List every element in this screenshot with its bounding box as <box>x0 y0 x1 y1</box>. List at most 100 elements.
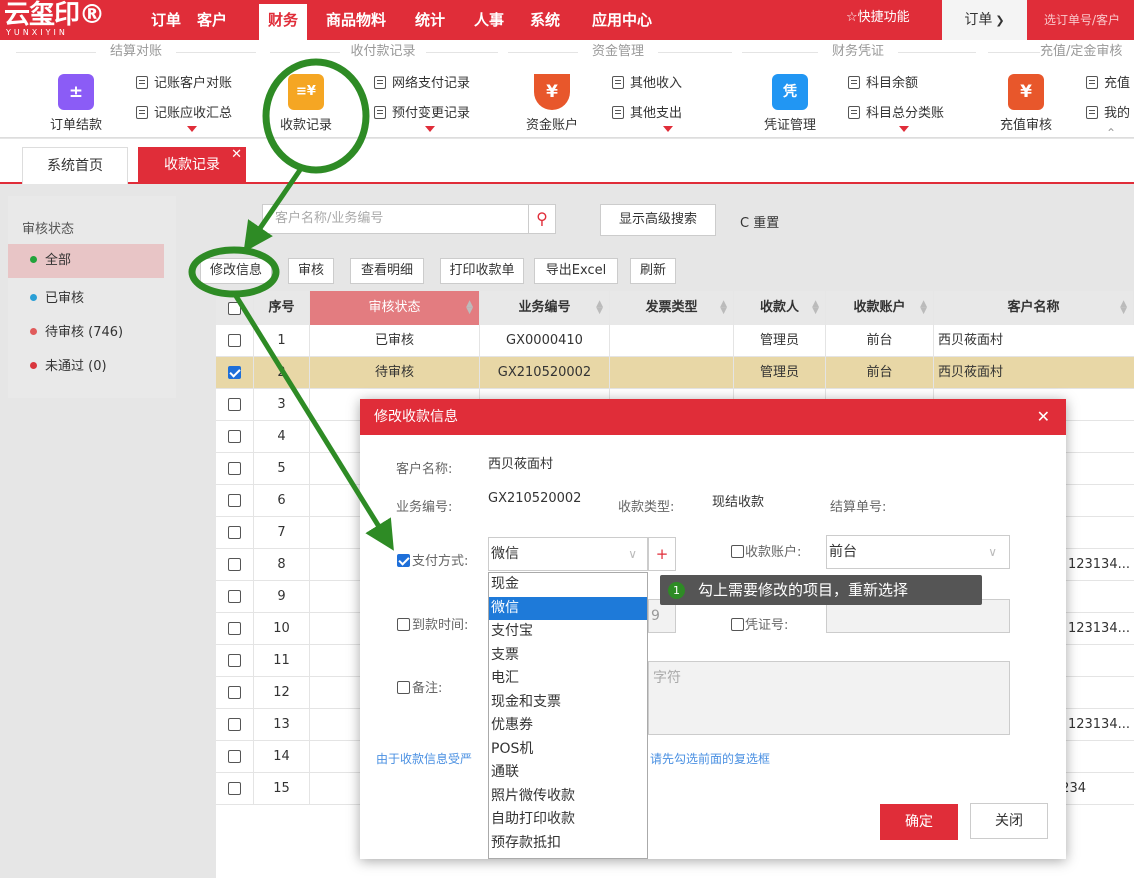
expand-arrow-icon[interactable] <box>187 126 197 132</box>
pay-method-checkbox[interactable] <box>397 554 410 567</box>
pay-method-option[interactable]: 通联 <box>489 761 647 785</box>
recharge-audit-button[interactable]: ¥ 充值审核 <box>996 74 1056 133</box>
order-type-dropdown[interactable]: 订单 ❯ <box>942 0 1027 40</box>
tab-home[interactable]: 系统首页 <box>22 147 128 184</box>
filter-all[interactable]: 全部 <box>8 244 164 278</box>
nav-item-finance[interactable]: 财务 <box>259 4 307 40</box>
voucher-mgmt-button[interactable]: 凭 凭证管理 <box>760 74 820 133</box>
select-all-checkbox[interactable] <box>228 302 241 315</box>
remark-checkbox[interactable] <box>397 681 410 694</box>
row-checkbox[interactable] <box>228 526 241 539</box>
pay-method-option[interactable]: POS机 <box>489 738 647 762</box>
row-checkbox[interactable] <box>228 686 241 699</box>
table-row[interactable]: 1 已审核 GX0000410 管理员 前台 西贝莜面村 <box>216 325 1134 357</box>
row-checkbox[interactable] <box>228 654 241 667</box>
online-pay-record-link[interactable]: 网络支付记录 <box>374 74 470 94</box>
col-header-customer[interactable]: 客户名称 ▲ ▼ <box>934 291 1134 325</box>
prepay-change-record-link[interactable]: 预付变更记录 <box>374 104 470 124</box>
row-checkbox[interactable] <box>228 782 241 795</box>
reset-button[interactable]: C 重置 <box>740 212 779 231</box>
close-tab-icon[interactable]: ✕ <box>231 137 242 173</box>
row-checkbox[interactable] <box>228 398 241 411</box>
nav-item-materials[interactable]: 商品物料 <box>320 0 392 40</box>
row-checkbox[interactable] <box>228 494 241 507</box>
pay-method-select[interactable]: 微信 ∨ <box>488 537 648 571</box>
add-pay-method-button[interactable]: + <box>648 537 676 571</box>
ok-button[interactable]: 确定 <box>880 804 958 840</box>
document-icon <box>848 76 860 89</box>
other-income-link[interactable]: 其他收入 <box>612 74 682 94</box>
table-row[interactable]: 2 待审核 GX210520002 管理员 前台 西贝莜面村 <box>216 357 1134 389</box>
expand-arrow-icon[interactable] <box>425 126 435 132</box>
row-checkbox[interactable] <box>228 750 241 763</box>
account-select[interactable]: 前台 ∨ <box>826 535 1010 569</box>
row-checkbox[interactable] <box>228 430 241 443</box>
refresh-button[interactable]: 刷新 <box>630 258 676 284</box>
expand-arrow-icon[interactable] <box>899 126 909 132</box>
receivable-summary-link[interactable]: 记账应收汇总 <box>136 104 232 124</box>
pay-method-option[interactable]: 照片微传收款 <box>489 785 647 809</box>
row-checkbox[interactable] <box>228 462 241 475</box>
nav-item-statistics[interactable]: 统计 <box>410 0 450 40</box>
col-header-code[interactable]: 业务编号 ▲ ▼ <box>480 291 610 325</box>
filter-pending[interactable]: 待审核 (746) <box>8 316 164 350</box>
recharge-link[interactable]: 充值 <box>1086 74 1130 94</box>
fund-account-button[interactable]: ¥ 资金账户 <box>522 74 582 133</box>
top-search-input[interactable]: 选订单号/客户 <box>1030 5 1134 35</box>
col-header-no[interactable]: 序号 <box>254 291 310 325</box>
order-settle-button[interactable]: ± 订单结款 <box>46 74 106 133</box>
row-checkbox[interactable] <box>228 622 241 635</box>
filter-rejected[interactable]: 未通过 (0) <box>8 350 164 384</box>
edit-info-button[interactable]: 修改信息 <box>200 258 272 284</box>
pay-method-option[interactable]: 优惠券 <box>489 714 647 738</box>
receipt-record-button[interactable]: ≡¥ 收款记录 <box>276 74 336 133</box>
close-dialog-icon[interactable]: ✕ <box>1037 399 1050 435</box>
col-header-status[interactable]: 审核状态 ▲ ▼ <box>310 291 480 325</box>
pay-method-option[interactable]: 自助打印收款 <box>489 808 647 832</box>
row-checkbox[interactable] <box>228 366 241 379</box>
pay-method-option[interactable]: 现金 <box>489 573 647 597</box>
col-header-invoice[interactable]: 发票类型 ▲ ▼ <box>610 291 734 325</box>
pay-method-option[interactable]: 电汇 <box>489 667 647 691</box>
col-header-payee[interactable]: 收款人 ▲ ▼ <box>734 291 826 325</box>
customer-recon-link[interactable]: 记账客户对账 <box>136 74 232 94</box>
pay-method-option[interactable]: 微信 <box>489 596 647 620</box>
row-checkbox[interactable] <box>228 334 241 347</box>
nav-item-order[interactable]: 订单 <box>146 0 186 40</box>
audit-button[interactable]: 审核 <box>288 258 334 284</box>
pay-method-option[interactable]: 支票 <box>489 644 647 668</box>
nav-item-app-center[interactable]: 应用中心 <box>582 0 662 40</box>
advanced-search-button[interactable]: 显示高级搜索 <box>600 204 716 236</box>
row-checkbox[interactable] <box>228 590 241 603</box>
arrival-time-checkbox[interactable] <box>397 618 410 631</box>
pay-method-option[interactable]: 支付宝 <box>489 620 647 644</box>
pay-method-option[interactable]: 现金和支票 <box>489 691 647 715</box>
other-expense-link[interactable]: 其他支出 <box>612 104 682 124</box>
search-input[interactable]: 客户名称/业务编号 <box>262 204 530 234</box>
pay-method-option[interactable]: 预存款抵扣 <box>489 832 647 856</box>
quick-functions-button[interactable]: ☆快捷功能 <box>846 8 910 28</box>
nav-item-hr[interactable]: 人事 <box>469 0 509 40</box>
export-excel-button[interactable]: 导出Excel <box>534 258 618 284</box>
row-checkbox[interactable] <box>228 558 241 571</box>
account-checkbox[interactable] <box>731 545 744 558</box>
nav-item-customer[interactable]: 客户 <box>192 0 232 40</box>
account-ledger-link[interactable]: 科目总分类账 <box>848 104 944 124</box>
my-recharge-link[interactable]: 我的 <box>1086 104 1130 124</box>
nav-item-system[interactable]: 系统 <box>525 0 565 40</box>
voucher-no-checkbox[interactable] <box>731 618 744 631</box>
search-icon[interactable]: ⚲ <box>528 204 556 234</box>
col-header-account[interactable]: 收款账户 ▲ ▼ <box>826 291 934 325</box>
close-button[interactable]: 关闭 <box>970 803 1048 839</box>
remark-textarea[interactable]: 字符 <box>648 661 1010 735</box>
account-balance-link[interactable]: 科目余额 <box>848 74 918 94</box>
row-checkbox[interactable] <box>228 718 241 731</box>
row-select-cell <box>216 773 254 804</box>
notice-text-left: 由于收款信息受严 <box>376 752 473 766</box>
filter-approved[interactable]: 已审核 <box>8 282 164 316</box>
tab-receipt-record[interactable]: 收款记录 ✕ <box>138 147 246 184</box>
collapse-ribbon-icon[interactable]: ⌃ <box>1106 126 1116 140</box>
print-receipt-button[interactable]: 打印收款单 <box>440 258 524 284</box>
expand-arrow-icon[interactable] <box>663 126 673 132</box>
view-detail-button[interactable]: 查看明细 <box>350 258 424 284</box>
